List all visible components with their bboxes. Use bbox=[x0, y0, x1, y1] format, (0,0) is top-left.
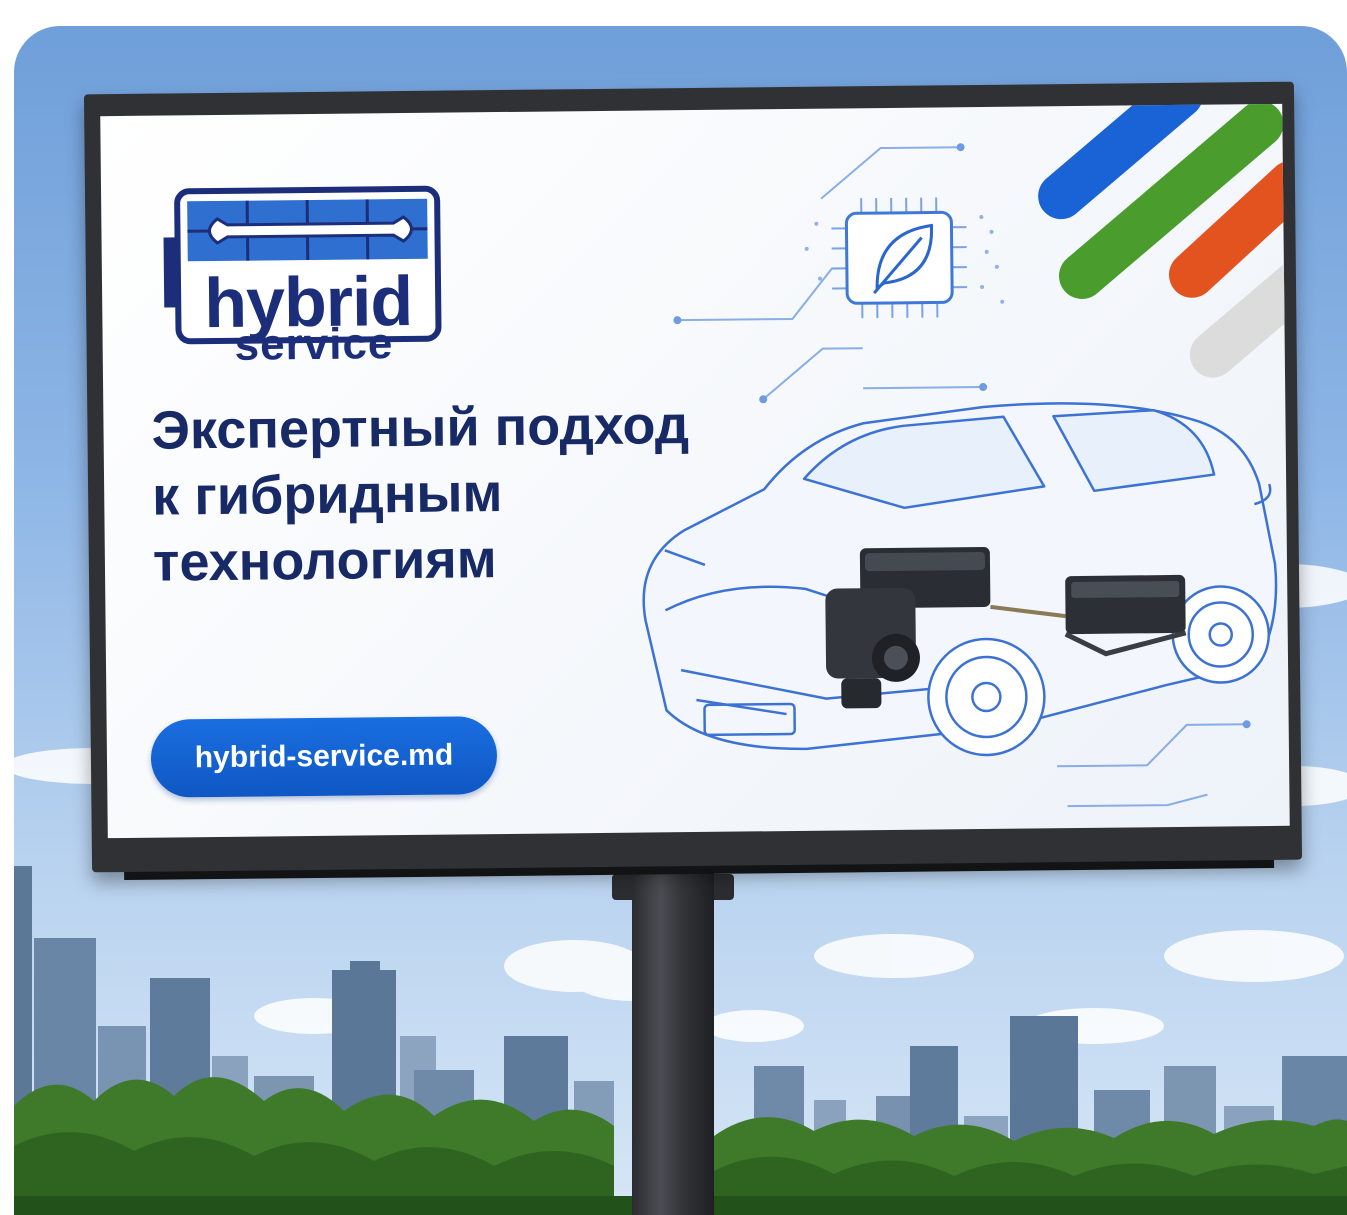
logo-subtitle: service bbox=[234, 319, 394, 370]
website-button[interactable]: hybrid-service.md bbox=[150, 716, 498, 798]
headline-line-1: Экспертный подход bbox=[151, 395, 690, 461]
brand-stripes bbox=[1038, 103, 1290, 378]
eco-chip bbox=[804, 197, 1005, 319]
billboard-scene: hybrid service Экспертный подход к гибри… bbox=[14, 26, 1347, 1215]
billboard-pole bbox=[632, 856, 714, 1215]
headline-line-3: технологиям bbox=[152, 529, 498, 593]
headline-line-2: к гибридным bbox=[151, 463, 503, 527]
headline: Экспертный подход к гибридным технология… bbox=[151, 391, 773, 595]
billboard-screen: hybrid service Экспертный подход к гибри… bbox=[100, 103, 1290, 839]
